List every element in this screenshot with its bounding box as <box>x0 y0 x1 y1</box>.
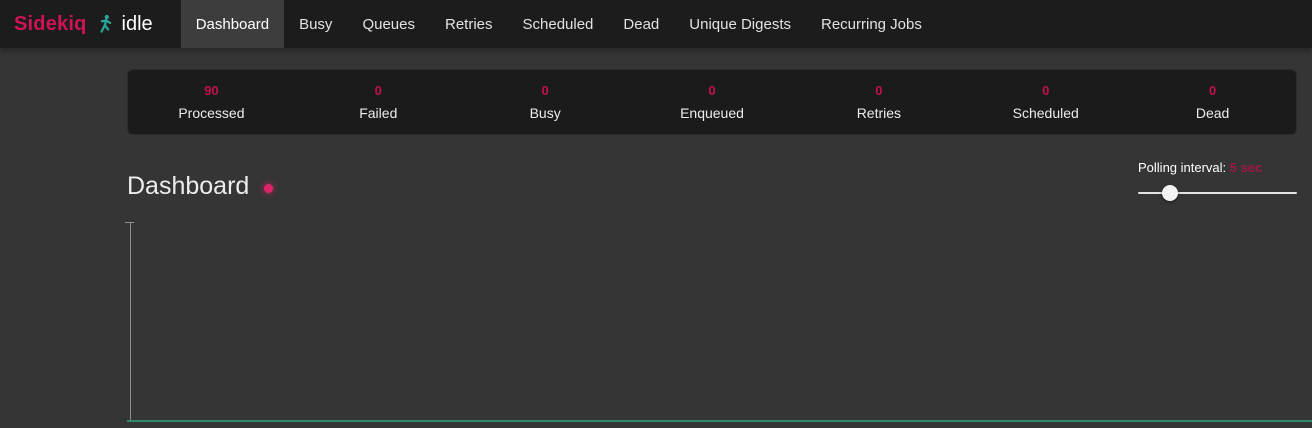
polling-interval-control: Polling interval: 5 sec <box>1138 160 1297 201</box>
stat-value: 90 <box>204 83 218 98</box>
chart-y-axis-tick <box>125 222 134 223</box>
sidekiq-dashboard-page: Sidekiq idle Dashboard Busy Queues Retri… <box>0 0 1312 428</box>
slider-thumb[interactable] <box>1162 185 1178 201</box>
stat-value: 0 <box>708 83 715 98</box>
navbar: Sidekiq idle Dashboard Busy Queues Retri… <box>0 0 1312 48</box>
nav-item-dashboard[interactable]: Dashboard <box>181 0 284 48</box>
stat-label: Failed <box>359 105 397 121</box>
stats-summary-bar: 90 Processed 0 Failed 0 Busy 0 Enqueued … <box>127 69 1297 135</box>
stat-value: 0 <box>542 83 549 98</box>
chart-y-axis-line <box>130 222 131 421</box>
nav-item-recurring-jobs[interactable]: Recurring Jobs <box>806 0 937 48</box>
stat-value: 0 <box>375 83 382 98</box>
brand-logo-text: Sidekiq <box>14 13 87 36</box>
brand-link[interactable]: Sidekiq idle <box>0 0 167 48</box>
nav-item-queues[interactable]: Queues <box>347 0 430 48</box>
chart-series-line <box>127 420 1312 422</box>
stat-busy[interactable]: 0 Busy <box>462 70 629 134</box>
page-title: Dashboard <box>127 172 249 201</box>
nav-item-unique-digests[interactable]: Unique Digests <box>674 0 806 48</box>
stat-value: 0 <box>1042 83 1049 98</box>
polling-label: Polling interval: <box>1138 160 1230 175</box>
sidekiq-runner-icon <box>94 14 115 35</box>
status-text: idle <box>122 13 153 36</box>
stat-dead[interactable]: 0 Dead <box>1129 70 1296 134</box>
nav-item-scheduled[interactable]: Scheduled <box>508 0 609 48</box>
stat-label: Enqueued <box>680 105 744 121</box>
stat-label: Scheduled <box>1013 105 1079 121</box>
stat-label: Busy <box>530 105 561 121</box>
beacon-dot-icon <box>264 184 273 193</box>
dashboard-realtime-chart <box>130 222 1312 428</box>
stat-processed[interactable]: 90 Processed <box>128 70 295 134</box>
stat-value: 0 <box>875 83 882 98</box>
polling-slider[interactable] <box>1138 185 1297 201</box>
stat-label: Dead <box>1196 105 1229 121</box>
polling-interval-link[interactable]: 5 sec <box>1230 160 1263 175</box>
stat-retries[interactable]: 0 Retries <box>795 70 962 134</box>
stat-failed[interactable]: 0 Failed <box>295 70 462 134</box>
polling-label-row: Polling interval: 5 sec <box>1138 160 1297 175</box>
page-title-row: Dashboard <box>127 172 273 201</box>
nav-item-busy[interactable]: Busy <box>284 0 347 48</box>
stat-scheduled[interactable]: 0 Scheduled <box>962 70 1129 134</box>
nav-menu: Dashboard Busy Queues Retries Scheduled … <box>181 0 937 48</box>
stat-value: 0 <box>1209 83 1216 98</box>
stat-enqueued[interactable]: 0 Enqueued <box>629 70 796 134</box>
stat-label: Processed <box>178 105 244 121</box>
nav-item-retries[interactable]: Retries <box>430 0 508 48</box>
stat-label: Retries <box>857 105 901 121</box>
nav-item-dead[interactable]: Dead <box>608 0 674 48</box>
